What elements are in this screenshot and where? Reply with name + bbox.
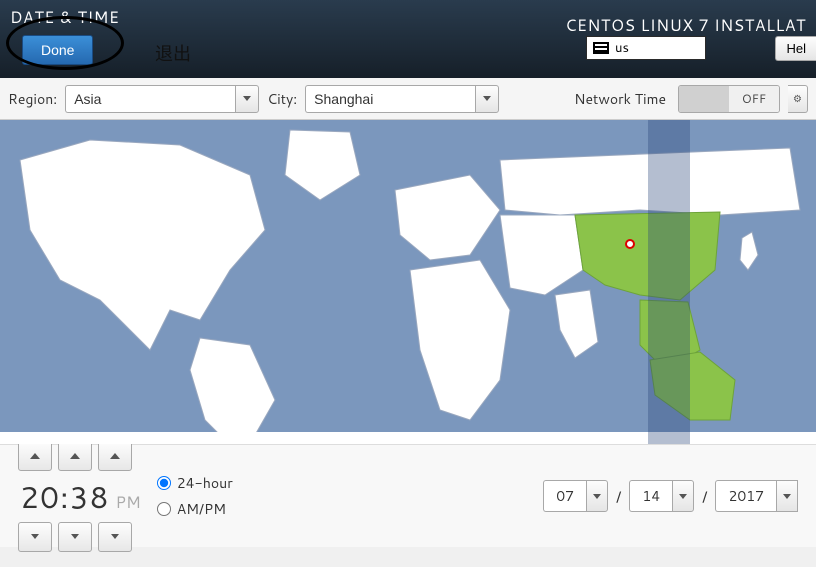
ampm-down-button[interactable] (98, 522, 132, 552)
keyboard-icon (593, 42, 609, 54)
exit-label: 退出 (155, 40, 191, 66)
location-pin (625, 239, 635, 249)
format-24-option[interactable]: 24-hour (157, 473, 233, 493)
minute-down-button[interactable] (58, 522, 92, 552)
date-sep-2: / (702, 486, 707, 507)
city-input[interactable] (305, 85, 475, 113)
chevron-down-icon (783, 494, 791, 499)
chevron-down-icon (31, 534, 39, 539)
network-time-settings-button[interactable]: ⚙ (788, 85, 808, 113)
chevron-down-icon (243, 96, 251, 101)
chevron-up-icon (70, 453, 80, 459)
region-dropdown-button[interactable] (235, 85, 259, 113)
day-dropdown-button[interactable] (672, 480, 694, 512)
time-steppers: 20:38 PM (18, 441, 143, 552)
gear-icon: ⚙ (793, 92, 802, 106)
time-ampm: PM (116, 491, 141, 514)
format-ampm-option[interactable]: AM/PM (157, 499, 233, 519)
toggle-off-label: OFF (729, 86, 779, 112)
network-time-toggle[interactable]: OFF (678, 85, 780, 113)
time-format-radios: 24-hour AM/PM (157, 473, 233, 519)
chevron-down-icon (111, 534, 119, 539)
help-button[interactable]: Hel (775, 36, 816, 61)
chevron-down-icon (483, 96, 491, 101)
network-time-label: Network Time (574, 89, 666, 109)
installer-title: CENTOS LINUX 7 INSTALLAT (565, 14, 806, 37)
format-ampm-radio[interactable] (157, 502, 171, 516)
ampm-up-button[interactable] (98, 441, 132, 471)
day-value: 14 (629, 480, 672, 512)
month-dropdown-button[interactable] (586, 480, 608, 512)
timezone-map[interactable] (0, 120, 816, 444)
world-map-svg (0, 120, 816, 444)
hour-down-button[interactable] (18, 522, 52, 552)
region-input[interactable] (65, 85, 235, 113)
minute-up-button[interactable] (58, 441, 92, 471)
region-combo[interactable] (65, 85, 259, 113)
hour-up-button[interactable] (18, 441, 52, 471)
region-label: Region: (8, 89, 57, 109)
chevron-up-icon (110, 453, 120, 459)
done-button[interactable]: Done (22, 35, 93, 65)
header: DATE & TIME Done 退出 CENTOS LINUX 7 INSTA… (0, 0, 816, 78)
year-value: 2017 (715, 480, 776, 512)
keyboard-layout-indicator[interactable]: us (586, 36, 706, 60)
city-dropdown-button[interactable] (475, 85, 499, 113)
chevron-down-icon (679, 494, 687, 499)
controls-bar: Region: City: Network Time OFF ⚙ (0, 78, 816, 120)
month-value: 07 (543, 480, 586, 512)
chevron-down-icon (71, 534, 79, 539)
year-combo[interactable]: 2017 (715, 480, 798, 512)
date-section: 07 / 14 / 2017 (543, 480, 798, 512)
bottom-bar: 20:38 PM 24-hour AM/PM 07 / 14 / (0, 444, 816, 547)
keyboard-layout-label: us (615, 39, 629, 57)
format-24-label: 24-hour (177, 473, 233, 493)
time-value: 20:38 (20, 475, 110, 518)
date-sep-1: / (616, 486, 621, 507)
format-ampm-label: AM/PM (177, 499, 226, 519)
toggle-on-side (679, 86, 729, 112)
chevron-down-icon (593, 494, 601, 499)
month-combo[interactable]: 07 (543, 480, 608, 512)
format-24-radio[interactable] (157, 476, 171, 490)
time-display: 20:38 PM (18, 475, 143, 518)
day-combo[interactable]: 14 (629, 480, 694, 512)
timezone-band (648, 120, 690, 444)
city-label: City: (267, 89, 297, 109)
chevron-up-icon (30, 453, 40, 459)
year-dropdown-button[interactable] (776, 480, 798, 512)
city-combo[interactable] (305, 85, 499, 113)
